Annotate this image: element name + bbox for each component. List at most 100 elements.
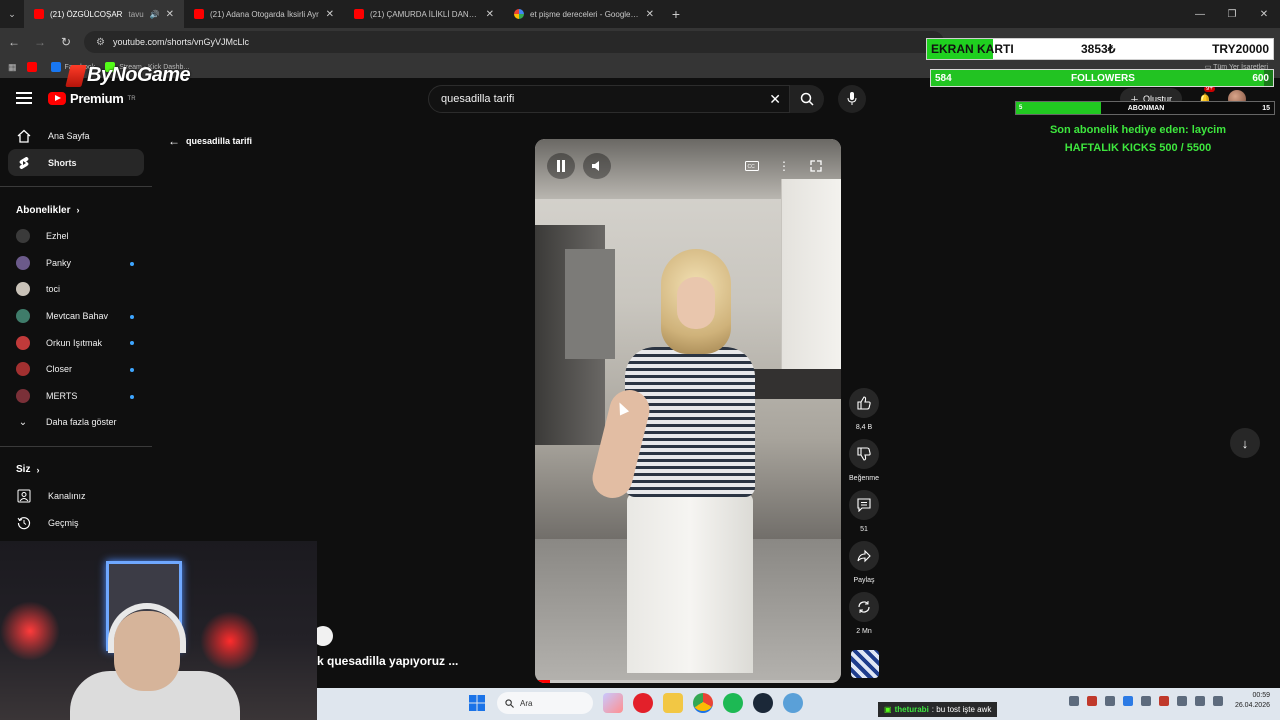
pause-button[interactable] bbox=[547, 153, 575, 179]
sidebar-divider bbox=[0, 445, 152, 447]
tab-search-dropdown[interactable]: ⌄ bbox=[0, 9, 24, 20]
subscription-item[interactable]: toci bbox=[8, 276, 144, 303]
short-title[interactable]: k quesadilla yapıyoruz ... bbox=[317, 654, 458, 668]
logo-text: Premium bbox=[70, 91, 124, 106]
search-input[interactable] bbox=[441, 93, 751, 105]
browser-tab-1[interactable]: (21) ÖZGÜLCOŞAR tavu 🔊 ✕ bbox=[24, 0, 184, 28]
subscription-item[interactable]: Ezhel bbox=[8, 223, 144, 250]
volume-button[interactable] bbox=[583, 153, 611, 179]
search-box: ✕ bbox=[428, 85, 790, 113]
tray-icon[interactable] bbox=[1104, 696, 1115, 706]
comments-button[interactable] bbox=[849, 490, 879, 520]
media-app-icon[interactable] bbox=[633, 693, 653, 713]
back-arrow-icon[interactable]: ← bbox=[2, 35, 26, 49]
show-more-button[interactable]: ⌄ Daha fazla göster bbox=[8, 409, 144, 436]
close-tab-icon[interactable]: ✕ bbox=[326, 9, 334, 20]
thumbs-up-icon bbox=[857, 396, 871, 410]
more-options-icon[interactable]: ⋮ bbox=[770, 153, 798, 179]
subscription-item[interactable]: Orkun Işıtmak bbox=[8, 329, 144, 356]
channel-avatar bbox=[16, 335, 30, 350]
pause-icon bbox=[557, 160, 565, 172]
subscriptions-heading[interactable]: Abonelikler › bbox=[0, 197, 152, 223]
close-tab-icon[interactable]: ✕ bbox=[646, 9, 654, 20]
chrome-icon[interactable] bbox=[693, 693, 713, 713]
video-frame-cabinet bbox=[781, 179, 841, 399]
settings-gear-icon[interactable] bbox=[783, 693, 803, 713]
subscription-item[interactable]: Closer bbox=[8, 356, 144, 383]
share-button[interactable] bbox=[849, 541, 879, 571]
steam-icon[interactable] bbox=[753, 693, 773, 713]
sidebar-item-shorts[interactable]: Shorts bbox=[8, 149, 144, 176]
chevron-down-icon: ⌄ bbox=[18, 416, 28, 428]
browser-tab-3[interactable]: (21) ÇAMURDA İLİKLİ DANA İN ✕ bbox=[344, 0, 504, 28]
new-content-dot bbox=[130, 314, 134, 319]
windows-start-icon[interactable] bbox=[467, 693, 487, 713]
chevron-right-icon: › bbox=[36, 464, 40, 475]
svg-text:CC: CC bbox=[748, 164, 756, 170]
browser-tab-2[interactable]: (21) Adana Otogarda İksirli Ayr ✕ bbox=[184, 0, 344, 28]
taskbar-search[interactable]: Ara bbox=[497, 692, 593, 714]
dislike-button[interactable] bbox=[849, 439, 879, 469]
file-explorer-icon[interactable] bbox=[663, 693, 683, 713]
tray-icon[interactable] bbox=[1086, 696, 1097, 706]
forward-arrow-icon[interactable]: → bbox=[28, 35, 52, 49]
tray-icon[interactable] bbox=[1068, 696, 1079, 706]
spotify-icon[interactable] bbox=[723, 693, 743, 713]
sidebar-item-history[interactable]: Geçmiş bbox=[8, 510, 144, 537]
subscription-item[interactable]: Mevtcan Bahav bbox=[8, 303, 144, 330]
sidebar-item-home[interactable]: Ana Sayfa bbox=[8, 122, 144, 149]
url-field[interactable]: ⚙ youtube.com/shorts/vnGyVJMcLlc bbox=[84, 31, 944, 53]
tray-icon[interactable] bbox=[1140, 696, 1151, 706]
shorts-video-player[interactable]: CC ⋮ bbox=[535, 139, 841, 683]
video-progress-fill bbox=[535, 680, 551, 683]
tray-icon[interactable] bbox=[1158, 696, 1169, 706]
share-icon bbox=[857, 549, 871, 563]
youtube-premium-logo[interactable]: Premium TR bbox=[48, 91, 136, 106]
subscription-item[interactable]: MERTS bbox=[8, 383, 144, 410]
youtube-bookmark-icon[interactable] bbox=[26, 62, 41, 72]
new-tab-button[interactable]: + bbox=[664, 6, 688, 22]
captions-button[interactable]: CC bbox=[738, 153, 766, 179]
clock-time: 00:59 bbox=[1252, 692, 1270, 699]
subscriber-goal-bar: 5 ABONMAN 15 bbox=[1015, 101, 1275, 115]
new-content-dot bbox=[130, 261, 134, 266]
chat-username: theturabi bbox=[894, 705, 929, 714]
minimize-icon[interactable]: — bbox=[1184, 9, 1216, 20]
fullscreen-icon[interactable] bbox=[802, 153, 830, 179]
back-to-search-button[interactable]: ← quesadilla tarifi bbox=[168, 134, 252, 148]
followers-label: FOLLOWERS bbox=[1071, 72, 1135, 84]
tray-icon[interactable] bbox=[1176, 696, 1187, 706]
you-heading[interactable]: Siz › bbox=[0, 457, 152, 483]
video-progress-bar[interactable] bbox=[535, 680, 841, 683]
speaker-icon[interactable] bbox=[1212, 696, 1223, 706]
system-clock[interactable]: 00:59 26.04.2026 bbox=[1235, 691, 1270, 711]
sidebar-divider bbox=[0, 186, 152, 187]
speaker-icon[interactable]: 🔊 bbox=[150, 10, 160, 19]
site-info-icon[interactable]: ⚙ bbox=[96, 37, 105, 48]
sound-thumbnail[interactable] bbox=[851, 650, 879, 678]
wifi-icon[interactable] bbox=[1194, 696, 1205, 706]
tab-title: (21) Adana Otogarda İksirli Ayr bbox=[210, 9, 319, 19]
browser-tab-4[interactable]: et pişme dereceleri - Google'da ✕ bbox=[504, 0, 664, 28]
tab-title: (21) ÖZGÜLCOŞAR bbox=[50, 9, 123, 19]
sidebar-item-your-channel[interactable]: Kanalınız bbox=[8, 483, 144, 510]
close-window-icon[interactable]: ✕ bbox=[1248, 9, 1280, 20]
close-tab-icon[interactable]: ✕ bbox=[486, 9, 494, 20]
widget-icon[interactable] bbox=[603, 693, 623, 713]
subscriptions-list: Ezhel Panky toci Mevtcan Bahav Orkun Işıtmak… bbox=[0, 223, 152, 409]
search-button[interactable] bbox=[790, 85, 824, 113]
menu-icon[interactable] bbox=[16, 92, 32, 104]
logo-region: TR bbox=[127, 95, 136, 102]
tab-title: et pişme dereceleri - Google'da bbox=[530, 9, 640, 19]
voice-search-button[interactable] bbox=[838, 85, 866, 113]
apps-grid-icon[interactable]: ▦ bbox=[8, 62, 17, 73]
next-short-button[interactable]: ↓ bbox=[1230, 428, 1260, 458]
close-tab-icon[interactable]: ✕ bbox=[166, 9, 174, 20]
reload-icon[interactable]: ↻ bbox=[54, 35, 78, 49]
clear-search-icon[interactable]: ✕ bbox=[769, 91, 781, 108]
remix-button[interactable] bbox=[849, 592, 879, 622]
subscription-item[interactable]: Panky bbox=[8, 250, 144, 277]
tray-icon[interactable] bbox=[1122, 696, 1133, 706]
like-button[interactable] bbox=[849, 388, 879, 418]
maximize-icon[interactable]: ❐ bbox=[1216, 9, 1248, 20]
